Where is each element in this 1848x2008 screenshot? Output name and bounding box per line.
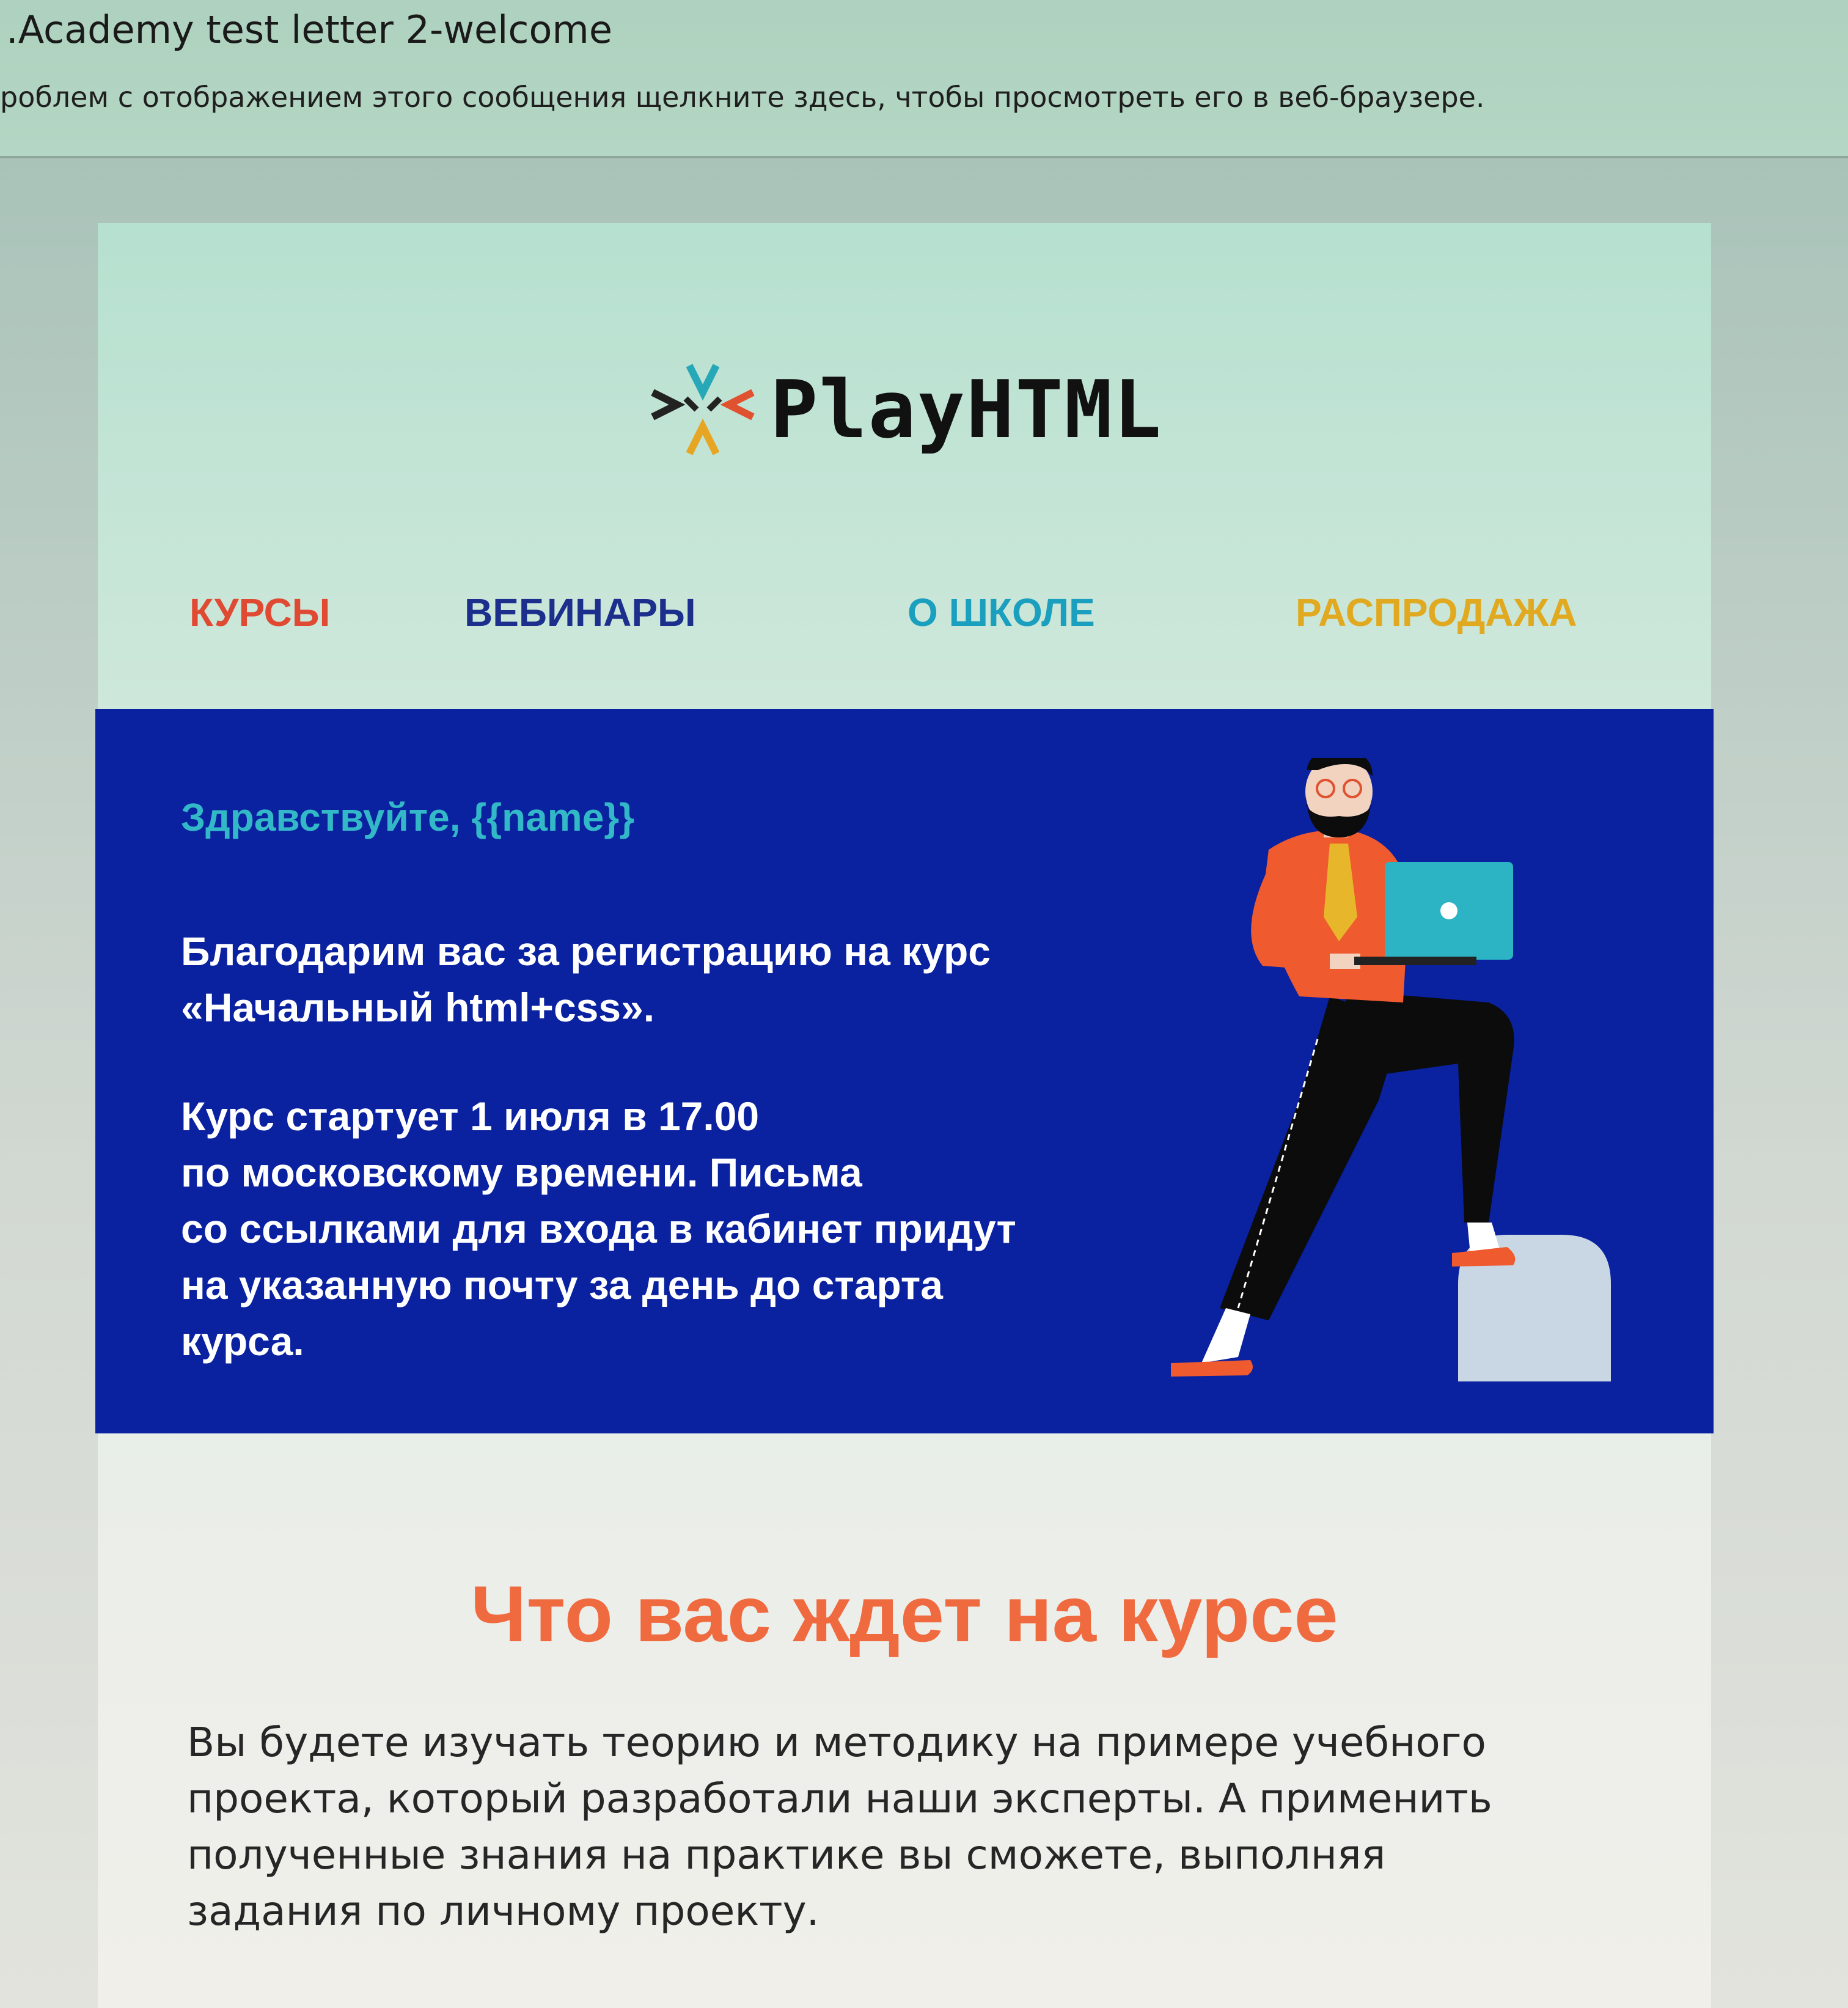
message-header: .Academy test letter 2-welcome роблем с … bbox=[0, 0, 1848, 158]
start-line: на указанную почту за день до старта bbox=[181, 1262, 943, 1307]
playhtml-logo-icon bbox=[651, 364, 755, 455]
start-line: Курс стартует 1 июля в 17.00 bbox=[181, 1094, 760, 1139]
nav-about-school[interactable]: О ШКОЛЕ bbox=[908, 590, 1095, 635]
course-start-text: Курс стартует 1 июля в 17.00 по московск… bbox=[181, 1088, 1016, 1369]
nav-sale[interactable]: РАСПРОДАЖА bbox=[1296, 590, 1577, 635]
thanks-line: Благодарим вас за регистрацию на курс bbox=[181, 929, 991, 974]
section-text-line: проекта, который разработали наши экспер… bbox=[187, 1775, 1492, 1822]
greeting: Здравствуйте, {{name}} bbox=[181, 795, 635, 839]
playhtml-logo[interactable]: PlayHTML bbox=[648, 361, 1198, 458]
thanks-line: «Начальный html+css». bbox=[181, 985, 655, 1030]
start-line: по московскому времени. Письма bbox=[181, 1150, 862, 1195]
section-text: Вы будете изучать теорию и методику на п… bbox=[187, 1715, 1492, 1940]
email-nav: КУРСЫ ВЕБИНАРЫ О ШКОЛЕ РАСПРОДАЖА bbox=[98, 590, 1711, 651]
email-subject: .Academy test letter 2-welcome bbox=[6, 7, 612, 52]
start-line: со ссылками для входа в кабинет придут bbox=[181, 1206, 1016, 1251]
nav-courses[interactable]: КУРСЫ bbox=[189, 590, 330, 635]
section-text-line: задания по личному проекту. bbox=[187, 1888, 820, 1935]
view-in-browser-link[interactable]: роблем с отображением этого сообщения ще… bbox=[0, 81, 1485, 114]
thanks-text: Благодарим вас за регистрацию на курс «Н… bbox=[181, 923, 991, 1035]
nav-webinars[interactable]: ВЕБИНАРЫ bbox=[464, 590, 696, 635]
section-text-line: Вы будете изучать теорию и методику на п… bbox=[187, 1719, 1486, 1766]
logo-text: PlayHTML bbox=[770, 363, 1163, 456]
section-title: Что вас ждет на курсе bbox=[471, 1569, 1338, 1658]
man-with-laptop-illustration bbox=[1171, 758, 1611, 1381]
welcome-banner: Здравствуйте, {{name}} Благодарим вас за… bbox=[95, 709, 1714, 1433]
section-text-line: полученные знания на практике вы сможете… bbox=[187, 1831, 1386, 1878]
start-line: курса. bbox=[181, 1318, 304, 1364]
email-content: PlayHTML КУРСЫ ВЕБИНАРЫ О ШКОЛЕ РАСПРОДА… bbox=[95, 223, 1714, 2008]
